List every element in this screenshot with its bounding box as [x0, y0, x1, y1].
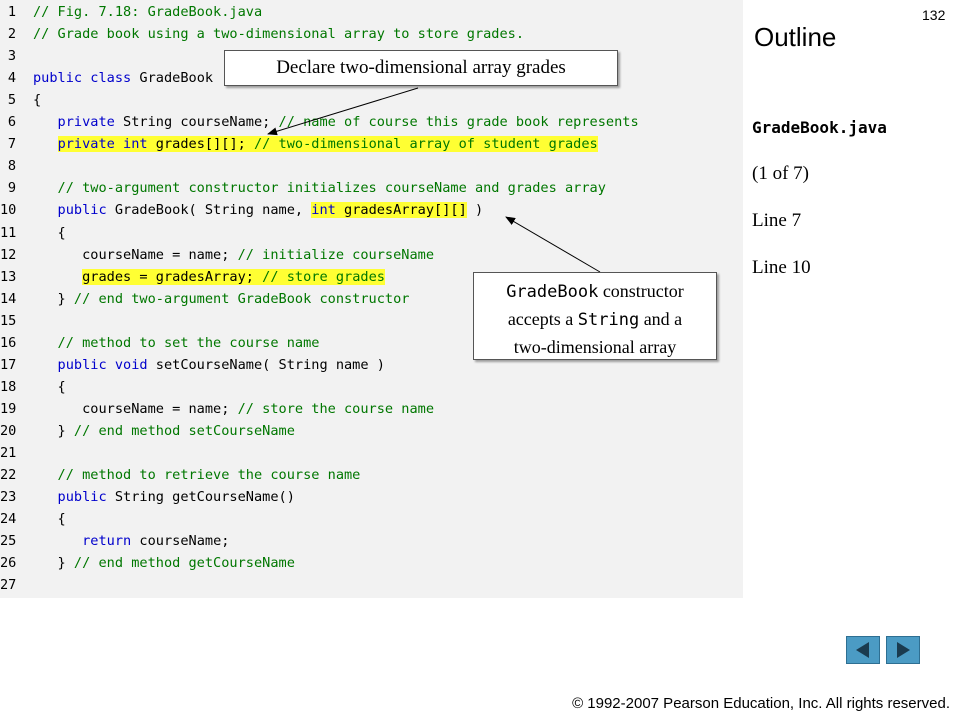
callout-text: and a	[639, 309, 683, 329]
callout-text: Declare two-dimensional array grades	[276, 57, 566, 78]
triangle-left-icon	[856, 642, 869, 658]
previous-slide-button[interactable]	[846, 636, 880, 664]
callout-arrow	[505, 216, 601, 273]
callout-text: two-dimensional array	[513, 337, 677, 357]
copyright-notice: © 1992-2007 Pearson Education, Inc. All …	[572, 695, 950, 712]
callout-arrow	[267, 87, 419, 136]
next-slide-button[interactable]	[886, 636, 920, 664]
triangle-right-icon	[897, 642, 910, 658]
callout-code: GradeBook	[506, 282, 599, 302]
callout-declare-grades: Declare two-dimensional array grades	[224, 50, 618, 86]
callout-code: String	[577, 310, 640, 330]
callout-text: accepts a	[507, 309, 578, 329]
callout-text: constructor	[598, 281, 684, 301]
callout-constructor: GradeBook constructor accepts a String a…	[473, 272, 717, 360]
